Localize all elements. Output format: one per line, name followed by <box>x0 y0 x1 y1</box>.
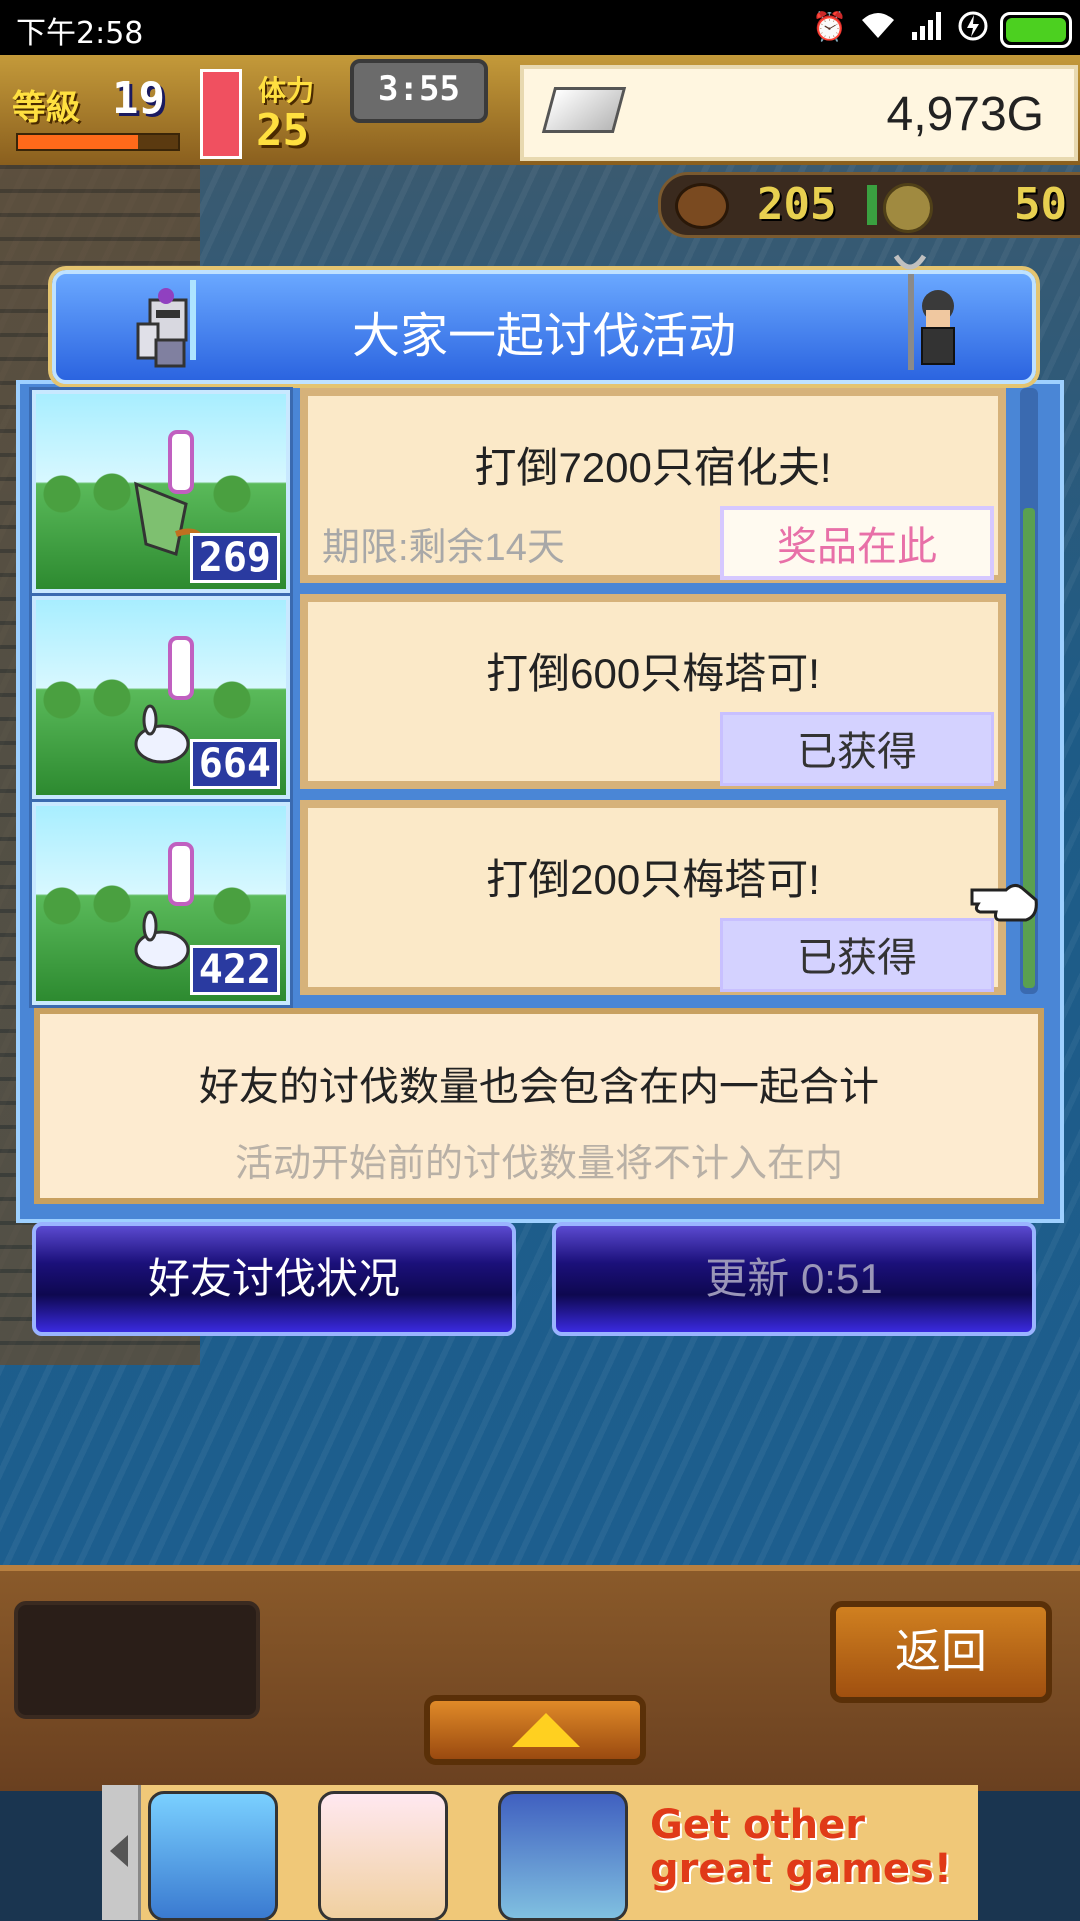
alarm-icon: ⏰ <box>812 10 847 43</box>
stamina-label: 体力 <box>258 74 315 107</box>
up-arrow-icon <box>512 1713 580 1747</box>
ad-banner[interactable]: Get other great games! <box>102 1785 978 1921</box>
mission-text: 打倒200只梅塔可! <box>486 856 820 903</box>
ad-game-cruise-icon[interactable] <box>498 1791 628 1921</box>
mission-thumb-3: 422 <box>32 802 290 1005</box>
hp-fill <box>203 72 239 156</box>
coin-value: 50 <box>1014 179 1067 230</box>
prize-button[interactable]: 奖品在此 <box>720 506 994 580</box>
silver-bar-icon <box>541 87 627 133</box>
friends-status-button[interactable]: 好友讨伐状况 <box>32 1222 516 1336</box>
resource-separator <box>867 185 877 225</box>
level-value: 19 <box>112 73 165 124</box>
gold-value: 4,973G <box>886 88 1044 141</box>
notice-line-1: 好友的讨伐数量也会包含在内一起合计 <box>199 1065 879 1109</box>
signal-icon <box>910 10 946 44</box>
wifi-icon <box>860 10 896 44</box>
back-button[interactable]: 返回 <box>830 1601 1052 1703</box>
mission-card-2: 打倒600只梅塔可! 已获得 <box>300 594 1006 789</box>
status-time: 下午2:58 <box>16 16 144 51</box>
ad-prev-button[interactable] <box>102 1785 141 1920</box>
mission-text: 打倒600只梅塔可! <box>486 650 820 697</box>
ad-game-fashion-icon[interactable] <box>318 1791 448 1921</box>
ad-game-rocket-icon[interactable] <box>148 1791 278 1921</box>
hp-bar <box>200 69 242 159</box>
gold-box: 4,973G <box>520 65 1078 161</box>
timer-value: 3:55 <box>378 69 460 109</box>
kill-count: 269 <box>189 533 280 583</box>
battery-icon <box>1000 12 1072 48</box>
mission-deadline: 期限:剩余14天 <box>322 527 565 569</box>
pointing-hand-icon <box>970 883 1038 922</box>
notice-box: 好友的讨伐数量也会包含在内一起合计 活动开始前的讨伐数量将不计入在内 <box>34 1008 1044 1204</box>
notice-line-2: 活动开始前的讨伐数量将不计入在内 <box>234 1143 843 1185</box>
level-progress-bar <box>16 133 180 151</box>
mission-card-1: 打倒7200只宿化夫! 期限:剩余14天 奖品在此 <box>300 388 1006 583</box>
kill-count: 664 <box>189 739 280 789</box>
refresh-button[interactable]: 更新 0:51 <box>552 1222 1036 1336</box>
charging-icon <box>958 10 988 44</box>
left-arrow-icon <box>110 1835 128 1867</box>
resource-bar: 205 50 <box>658 172 1080 238</box>
mission-thumb-1: 269 <box>32 390 290 593</box>
timer-box: 3:55 <box>350 59 488 123</box>
mission-text: 打倒7200只宿化夫! <box>474 444 832 491</box>
coin-icon <box>883 183 933 233</box>
food-icon <box>675 183 729 229</box>
stamina-value: 25 <box>256 105 309 156</box>
ad-text[interactable]: Get other great games! <box>650 1803 970 1891</box>
level-label: 等級 <box>12 88 80 128</box>
level-progress-fill <box>18 135 138 149</box>
top-hud: 等級 19 体力 25 3:55 4,973G <box>0 55 1080 169</box>
guard-npc-icon <box>893 254 955 370</box>
expand-menu-button[interactable] <box>424 1695 646 1765</box>
mission-thumb-2: 664 <box>32 596 290 799</box>
kill-count: 422 <box>189 945 280 995</box>
food-value: 205 <box>757 179 837 230</box>
mission-card-3: 打倒200只梅塔可! 已获得 <box>300 800 1006 995</box>
status-bar: 下午2:58 ⏰ <box>0 0 1080 55</box>
obtained-button[interactable]: 已获得 <box>720 918 994 992</box>
bottom-wood-bar: 返回 <box>0 1565 1080 1791</box>
empty-slot <box>14 1601 260 1719</box>
event-title-bar: 大家一起讨伐活动 <box>52 254 1036 384</box>
obtained-button[interactable]: 已获得 <box>720 712 994 786</box>
